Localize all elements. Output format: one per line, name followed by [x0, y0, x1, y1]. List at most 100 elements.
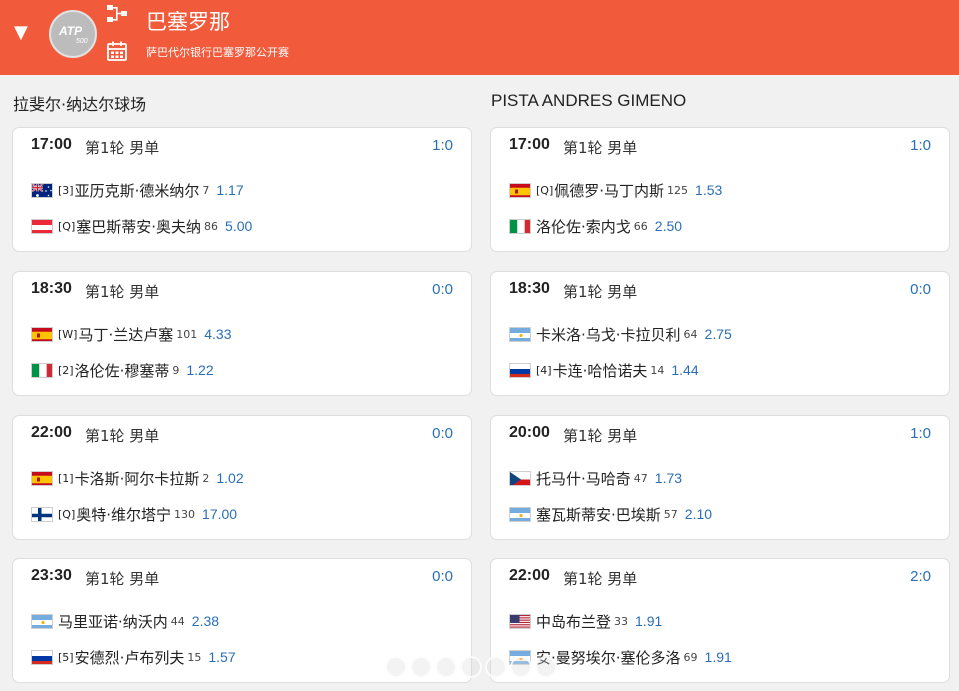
player-name[interactable]: 卡连·哈恰诺夫 — [553, 360, 648, 381]
player-name[interactable]: 马里亚诺·纳沃内 — [58, 611, 168, 632]
player-row[interactable]: [3] 亚历克斯·德米纳尔 7 1.17 — [31, 179, 244, 201]
player-odds[interactable]: 1.57 — [208, 649, 235, 665]
player-row[interactable]: [Q] 奥特·维尔塔宁 130 17.00 — [31, 503, 237, 525]
player-seed: [Q] — [58, 219, 76, 233]
match-score[interactable]: 0:0 — [432, 281, 453, 298]
player-odds[interactable]: 1.91 — [635, 613, 662, 629]
match-score[interactable]: 1:0 — [432, 137, 453, 154]
player-row[interactable]: 托马什·马哈奇 47 1.73 — [509, 467, 682, 489]
player-seed: [1] — [58, 471, 74, 485]
match-round: 第1轮 男单 — [85, 427, 160, 445]
match-time: 22:00 — [509, 567, 550, 584]
player-row[interactable]: 塞瓦斯蒂安·巴埃斯 57 2.10 — [509, 503, 712, 525]
court-title: PISTA ANDRES GIMENO — [491, 91, 687, 110]
player-seed: [Q] — [536, 183, 554, 197]
match-card[interactable]: 17:00 第1轮 男单 1:0 [3] 亚历克斯·德米纳尔 7 1.17 [Q] 塞巴斯蒂安·… — [12, 127, 472, 252]
player-row[interactable]: [Q] 塞巴斯蒂安·奥夫纳 86 5.00 — [31, 215, 252, 237]
player-seed: [Q] — [58, 507, 76, 521]
match-time: 18:30 — [509, 280, 550, 297]
player-row[interactable]: [1] 卡洛斯·阿尔卡拉斯 2 1.02 — [31, 467, 244, 489]
match-card[interactable]: 22:00 第1轮 男单 2:0 中岛布兰登 33 1.91 安·曼努埃尔·塞伦多洛 69 1.… — [490, 558, 950, 683]
player-row[interactable]: [Q] 佩德罗·马丁内斯 125 1.53 — [509, 179, 722, 201]
player-name[interactable]: 中岛布兰登 — [536, 611, 611, 632]
player-odds[interactable]: 2.38 — [192, 613, 219, 629]
italy-flag-icon — [31, 362, 53, 378]
player-name[interactable]: 亚历克斯·德米纳尔 — [75, 180, 200, 201]
spain-flag-icon — [509, 182, 531, 198]
match-round: 第1轮 男单 — [85, 139, 160, 157]
argentina-flag-icon — [509, 506, 531, 522]
player-odds[interactable]: 1.17 — [216, 182, 243, 198]
player-row[interactable]: 马里亚诺·纳沃内 44 2.38 — [31, 610, 219, 632]
player-odds[interactable]: 1.53 — [695, 182, 722, 198]
player-name[interactable]: 佩德罗·马丁内斯 — [554, 180, 664, 201]
match-card[interactable]: 22:00 第1轮 男单 0:0 [1] 卡洛斯·阿尔卡拉斯 2 1.02 [Q] 奥特·维尔塔… — [12, 415, 472, 540]
player-name[interactable]: 塞瓦斯蒂安·巴埃斯 — [536, 504, 661, 525]
bracket-icon[interactable] — [106, 3, 128, 25]
match-time: 20:00 — [509, 424, 550, 441]
player-rank: 47 — [633, 471, 648, 485]
player-odds[interactable]: 1.44 — [671, 362, 698, 378]
match-time: 17:00 — [509, 136, 550, 153]
player-odds[interactable]: 4.33 — [204, 326, 231, 342]
finland-flag-icon — [31, 506, 53, 522]
player-row[interactable]: [5] 安德烈·卢布列夫 15 1.57 — [31, 646, 236, 668]
player-odds[interactable]: 2.75 — [705, 326, 732, 342]
player-seed: [3] — [58, 183, 74, 197]
argentina-flag-icon — [509, 326, 531, 342]
player-odds[interactable]: 2.10 — [685, 506, 712, 522]
player-odds[interactable]: 1.73 — [655, 470, 682, 486]
tournament-title[interactable]: 巴塞罗那 — [146, 6, 230, 36]
match-score[interactable]: 0:0 — [432, 425, 453, 442]
player-name[interactable]: 洛伦佐·索内戈 — [536, 216, 631, 237]
player-row[interactable]: [4] 卡连·哈恰诺夫 14 1.44 — [509, 359, 699, 381]
logo-atp-text: ATP — [59, 24, 83, 38]
player-seed: [W] — [58, 327, 78, 341]
match-score[interactable]: 2:0 — [910, 568, 931, 585]
player-name[interactable]: 奥特·维尔塔宁 — [76, 504, 171, 525]
player-name[interactable]: 塞巴斯蒂安·奥夫纳 — [76, 216, 201, 237]
player-rank: 7 — [202, 183, 210, 197]
tournament-header: ▼ ATP 500 巴塞罗那 萨巴代尔银行巴塞罗那公开赛 — [0, 0, 959, 75]
calendar-icon[interactable] — [106, 40, 128, 62]
player-rank: 86 — [204, 219, 219, 233]
match-card[interactable]: 18:30 第1轮 男单 0:0 [W] 马丁·兰达卢塞 101 4.33 [2] 洛伦佐·穆塞… — [12, 271, 472, 396]
collapse-arrow-icon[interactable]: ▼ — [14, 22, 28, 43]
player-odds[interactable]: 1.91 — [705, 649, 732, 665]
player-odds[interactable]: 5.00 — [225, 218, 252, 234]
match-card[interactable]: 20:00 第1轮 男单 1:0 托马什·马哈奇 47 1.73 塞瓦斯蒂安·巴埃斯 57 2.… — [490, 415, 950, 540]
player-odds[interactable]: 1.02 — [216, 470, 243, 486]
player-rank: 66 — [633, 219, 648, 233]
match-round: 第1轮 男单 — [563, 283, 638, 301]
player-row[interactable]: 洛伦佐·索内戈 66 2.50 — [509, 215, 682, 237]
player-row[interactable]: [W] 马丁·兰达卢塞 101 4.33 — [31, 323, 232, 345]
player-name[interactable]: 卡米洛·乌戈·卡拉贝利 — [536, 324, 681, 345]
match-round: 第1轮 男单 — [85, 570, 160, 588]
player-odds[interactable]: 17.00 — [202, 506, 237, 522]
player-rank: 44 — [170, 614, 185, 628]
match-score[interactable]: 0:0 — [432, 568, 453, 585]
player-odds[interactable]: 1.22 — [186, 362, 213, 378]
player-name[interactable]: 安德烈·卢布列夫 — [75, 647, 185, 668]
match-score[interactable]: 1:0 — [910, 137, 931, 154]
match-card[interactable]: 18:30 第1轮 男单 0:0 卡米洛·乌戈·卡拉贝利 64 2.75 [4] 卡连·哈恰诺… — [490, 271, 950, 396]
player-row[interactable]: 卡米洛·乌戈·卡拉贝利 64 2.75 — [509, 323, 732, 345]
atp-500-logo: ATP 500 — [49, 10, 97, 58]
player-name[interactable]: 安·曼努埃尔·塞伦多洛 — [536, 647, 681, 668]
player-row[interactable]: 中岛布兰登 33 1.91 — [509, 610, 662, 632]
austria-flag-icon — [31, 218, 53, 234]
player-seed: [2] — [58, 363, 74, 377]
player-rank: 2 — [202, 471, 210, 485]
player-name[interactable]: 洛伦佐·穆塞蒂 — [75, 360, 170, 381]
match-card[interactable]: 17:00 第1轮 男单 1:0 [Q] 佩德罗·马丁内斯 125 1.53 洛伦佐·索内戈 6… — [490, 127, 950, 252]
player-odds[interactable]: 2.50 — [655, 218, 682, 234]
match-score[interactable]: 0:0 — [910, 281, 931, 298]
player-name[interactable]: 托马什·马哈奇 — [536, 468, 631, 489]
player-name[interactable]: 马丁·兰达卢塞 — [78, 324, 173, 345]
player-rank: 15 — [187, 650, 202, 664]
player-rank: 130 — [174, 507, 196, 521]
player-row[interactable]: [2] 洛伦佐·穆塞蒂 9 1.22 — [31, 359, 214, 381]
court-title: 拉斐尔·纳达尔球场 — [13, 95, 147, 114]
player-name[interactable]: 卡洛斯·阿尔卡拉斯 — [75, 468, 200, 489]
match-score[interactable]: 1:0 — [910, 425, 931, 442]
